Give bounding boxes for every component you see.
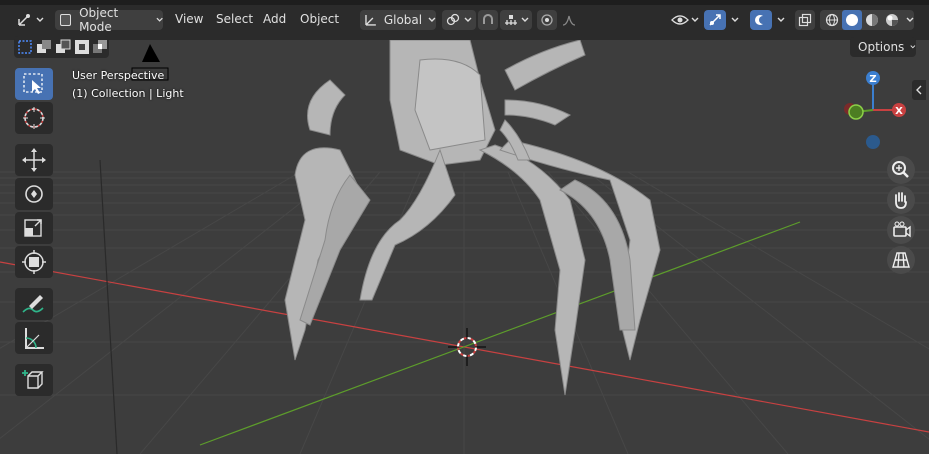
tool-measure[interactable] [15,322,53,354]
orientation-label: Global [383,13,423,27]
perspective-label: User Perspective [72,69,165,82]
mode-dropdown[interactable]: Object Mode [55,6,163,34]
options-label: Options [858,40,905,54]
options-dropdown[interactable]: Options [850,37,916,57]
material-shading-icon [866,14,878,26]
viewport-header: Object Mode View Select Add Object Globa… [0,0,929,40]
chevron-down-icon [731,17,739,22]
solid-shading-icon [846,14,858,26]
select-box-icon [23,73,43,94]
annotate-icon [22,295,44,313]
editor-type-button[interactable] [12,10,48,30]
menu-view[interactable]: View [175,12,203,26]
rotate-icon [25,185,43,203]
snap-toggle[interactable] [478,10,498,30]
menu-add[interactable]: Add [263,12,286,26]
pan-button[interactable] [887,186,915,214]
camera-icon [893,221,911,238]
chevron-down-icon [777,17,785,22]
select-new-icon[interactable] [17,39,33,55]
chevron-down-icon [464,17,472,22]
tool-rotate[interactable] [15,178,53,210]
top-strip [0,0,929,5]
viewport-scene [0,40,929,454]
z-axis-label: Z [869,74,876,85]
floor-grid [0,171,929,454]
tool-select-box[interactable] [15,68,53,100]
chevron-down-icon[interactable] [906,16,914,24]
x-axis-label: X [895,106,903,117]
select-subtract-icon[interactable] [55,39,71,55]
falloff-dropdown[interactable] [558,10,584,30]
measure-icon [25,328,44,349]
zoom-button[interactable] [887,156,915,184]
object-mode-icon [60,14,72,26]
gizmo-icon [709,14,721,26]
select-intersect-icon[interactable] [92,39,108,55]
chevron-down-icon [36,17,44,22]
tool-cursor[interactable] [15,102,53,134]
chevron-down-icon [910,45,916,49]
view3d-icon [18,14,30,26]
mode-label: Object Mode [79,6,119,34]
transform-orientation-dropdown[interactable]: Global [360,10,436,30]
tool-scale[interactable] [15,212,53,244]
add-cube-icon [22,370,44,389]
move-icon [22,148,46,172]
3d-viewport[interactable] [0,40,929,454]
y-axis-line [199,221,801,446]
scale-icon [24,219,42,237]
transform-icon [22,250,46,274]
visibility-dropdown[interactable] [668,10,702,30]
rendered-shading-icon [886,14,898,26]
eye-icon [671,15,689,25]
overlay-toggle[interactable] [750,10,772,30]
chevron-down-icon [691,17,699,22]
light-object [99,44,169,454]
falloff-icon [562,15,576,26]
chevron-down-icon [428,17,436,22]
perspective-toggle-button[interactable] [887,246,915,274]
cursor-icon [23,107,45,129]
snap-icon [483,14,493,24]
pivot-dropdown[interactable] [442,10,476,30]
selection-mode-group [14,36,109,58]
collection-label: (1) Collection | Light [72,87,184,100]
camera-view-button[interactable] [887,216,915,244]
chevron-down-icon [521,17,529,22]
orientation-icon [365,15,376,26]
shading-modes [820,10,914,30]
shading-wireframe-button[interactable] [822,10,842,30]
xray-toggle[interactable] [795,10,815,30]
proportional-edit-icon [541,14,553,26]
overlay-icon [755,15,767,25]
snap-increment-dropdown[interactable] [500,10,532,30]
navigation-gizmo[interactable]: Z X [838,66,918,156]
tool-add-cube[interactable] [15,364,53,396]
snap-increment-icon [505,15,517,25]
select-difference-icon[interactable] [74,39,90,55]
tool-annotate[interactable] [15,288,53,320]
chevron-down-icon [156,17,163,22]
overlay-dropdown[interactable] [773,10,789,30]
tool-move[interactable] [15,144,53,176]
menu-object[interactable]: Object [300,12,339,26]
hand-icon [895,192,907,209]
gizmo-dropdown[interactable] [727,10,743,30]
pivot-icon [446,13,460,26]
shading-material-button[interactable] [862,10,882,30]
proportional-edit-toggle[interactable] [537,10,557,30]
xray-icon [798,13,812,27]
shading-rendered-button[interactable] [882,10,902,30]
shading-solid-button[interactable] [842,10,862,30]
menu-select[interactable]: Select [216,12,253,26]
select-extend-icon[interactable] [36,39,52,55]
wireframe-icon [825,13,839,27]
grid-perspective-icon [892,252,910,268]
zoom-icon [892,161,909,178]
tool-transform[interactable] [15,246,53,278]
gizmo-toggle[interactable] [704,10,726,30]
